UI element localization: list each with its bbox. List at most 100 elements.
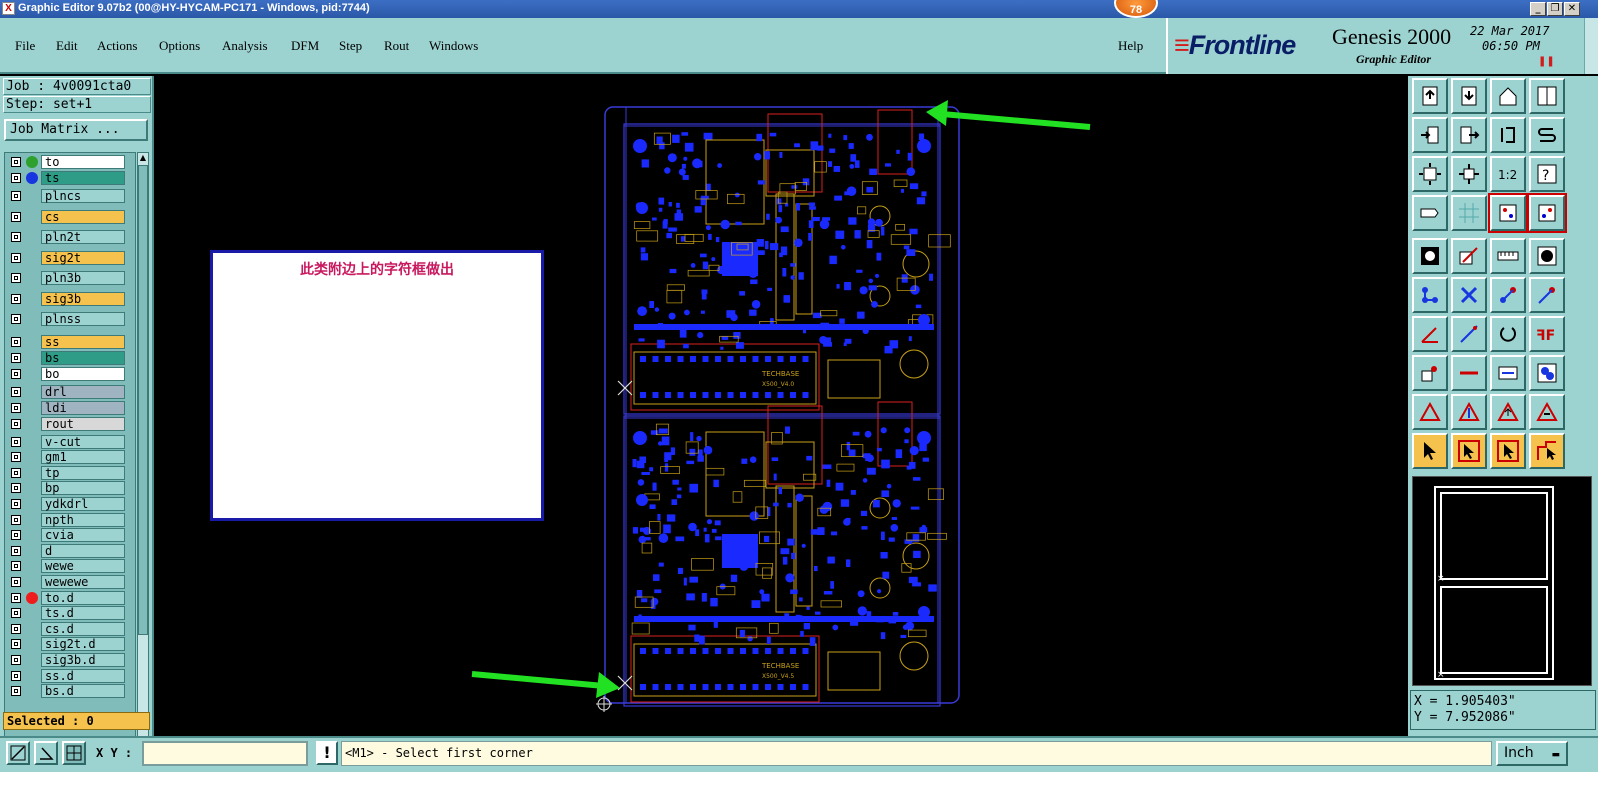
layer-checkbox[interactable] <box>11 368 21 379</box>
layer-name[interactable]: d <box>41 543 125 558</box>
tool-zoom-home-button[interactable] <box>1451 156 1487 192</box>
layer-row-cs[interactable]: cs <box>7 209 125 224</box>
menu-windows[interactable]: Windows <box>429 38 478 54</box>
layer-checkbox[interactable] <box>11 402 21 413</box>
layer-checkbox[interactable] <box>11 467 21 478</box>
layer-row-bo[interactable]: bo <box>7 366 125 381</box>
layer-row-sig3b.d[interactable]: sig3b.d <box>7 652 125 667</box>
tool-arrow-b-button[interactable] <box>1490 394 1526 430</box>
layer-name[interactable]: bo <box>41 366 125 381</box>
layer-name[interactable]: gm1 <box>41 450 125 465</box>
menu-options[interactable]: Options <box>159 38 200 54</box>
tool-arc-button[interactable] <box>1451 316 1487 352</box>
layer-checkbox[interactable] <box>11 561 21 572</box>
tool-home-button[interactable] <box>1490 78 1526 114</box>
layer-checkbox[interactable] <box>11 293 21 304</box>
layer-name[interactable]: to <box>41 155 125 169</box>
layer-name[interactable]: plncs <box>41 189 125 203</box>
brand-scrollbar[interactable] <box>1584 18 1598 74</box>
layer-name[interactable]: bp <box>41 481 125 496</box>
layer-row-pln3b[interactable]: pln3b <box>7 271 125 285</box>
layer-row-plnss[interactable]: plnss <box>7 312 125 326</box>
layer-list-scrollbar[interactable]: ▲ ▼ <box>137 152 149 782</box>
layer-row-ts[interactable]: ts <box>7 171 125 185</box>
layer-name[interactable]: plnss <box>41 312 125 326</box>
layer-checkbox[interactable] <box>11 639 21 650</box>
layer-row-tp[interactable]: tp <box>7 465 125 480</box>
layer-row-to.d[interactable]: to.d <box>7 590 125 605</box>
layer-name[interactable]: drl <box>41 384 125 399</box>
tool-snap-button[interactable] <box>1412 355 1448 391</box>
layer-row-npth[interactable]: npth <box>7 512 125 527</box>
grid-snap-button[interactable] <box>62 741 86 765</box>
layer-checkbox[interactable] <box>11 576 21 587</box>
layer-name[interactable]: pln2t <box>41 230 125 244</box>
layer-name[interactable]: ldi <box>41 400 125 415</box>
menu-help[interactable]: Help <box>1118 38 1143 54</box>
layer-checkbox[interactable] <box>11 654 21 665</box>
layer-checkbox[interactable] <box>11 386 21 397</box>
layer-row-to[interactable]: to <box>7 155 125 169</box>
tool-line-button[interactable] <box>1451 238 1487 274</box>
tool-group-button[interactable] <box>1529 355 1565 391</box>
layer-name[interactable]: npth <box>41 512 125 527</box>
xy-input[interactable] <box>142 741 308 766</box>
layer-checkbox[interactable] <box>11 623 21 634</box>
tool-fit-button[interactable] <box>1412 156 1448 192</box>
layer-row-bp[interactable]: bp <box>7 481 125 496</box>
tool-size-button[interactable] <box>1490 355 1526 391</box>
notification-badge[interactable]: 78 <box>1114 0 1158 18</box>
layer-checkbox[interactable] <box>11 592 21 603</box>
scroll-up-icon[interactable]: ▲ <box>138 153 148 163</box>
tool-open-button[interactable] <box>1412 78 1448 114</box>
layer-row-cvia[interactable]: cvia <box>7 528 125 543</box>
tool-split-view-button[interactable] <box>1529 78 1565 114</box>
tool-mirror-button[interactable]: ꟻF <box>1529 316 1565 352</box>
layer-row-drl[interactable]: drl <box>7 384 125 399</box>
layer-row-ss[interactable]: ss <box>7 334 125 349</box>
scroll-thumb[interactable] <box>138 165 148 635</box>
layer-row-plncs[interactable]: plncs <box>7 189 125 203</box>
tool-step-out-button[interactable] <box>1451 117 1487 153</box>
layer-name[interactable]: ss.d <box>41 668 125 683</box>
tool-reset-button[interactable] <box>1490 117 1526 153</box>
tool-select-rotate-button[interactable] <box>1490 433 1526 469</box>
overview-map[interactable]: × × <box>1412 476 1592 686</box>
layer-name[interactable]: sig3b <box>41 291 125 306</box>
tool-select-button[interactable] <box>1412 433 1448 469</box>
layer-row-pln2t[interactable]: pln2t <box>7 230 125 244</box>
layer-row-ldi[interactable]: ldi <box>7 400 125 415</box>
tool-connect-button[interactable] <box>1490 277 1526 313</box>
menu-file[interactable]: File <box>15 38 35 54</box>
layer-checkbox[interactable] <box>11 670 21 681</box>
layer-checkbox[interactable] <box>11 530 21 541</box>
layer-checkbox[interactable] <box>11 498 21 509</box>
layer-row-d[interactable]: d <box>7 543 125 558</box>
layer-row-ss.d[interactable]: ss.d <box>7 668 125 683</box>
layer-row-v-cut[interactable]: v-cut <box>7 434 125 449</box>
menu-dfm[interactable]: DFM <box>291 38 319 54</box>
layer-color-dot[interactable] <box>26 591 38 604</box>
layer-checkbox[interactable] <box>11 314 21 324</box>
tool-step-in-button[interactable] <box>1412 117 1448 153</box>
minimize-button[interactable]: _ <box>1530 2 1546 16</box>
layer-checkbox[interactable] <box>11 191 21 201</box>
layer-name[interactable]: to.d <box>41 590 125 605</box>
layer-checkbox[interactable] <box>11 545 21 556</box>
layer-name[interactable]: pln3b <box>41 271 125 285</box>
layer-name[interactable]: wewe <box>41 559 125 574</box>
tool-pad-button[interactable] <box>1412 238 1448 274</box>
close-button[interactable]: ✕ <box>1564 2 1580 16</box>
layer-row-ydkdrl[interactable]: ydkdrl <box>7 496 125 511</box>
layer-row-bs[interactable]: bs <box>7 350 125 365</box>
layer-color-dot[interactable] <box>26 172 38 184</box>
menu-rout[interactable]: Rout <box>384 38 409 54</box>
layer-name[interactable]: sig3b.d <box>41 652 125 667</box>
layer-checkbox[interactable] <box>11 173 21 183</box>
layer-checkbox[interactable] <box>11 608 21 619</box>
tool-arrow-a-button[interactable] <box>1451 394 1487 430</box>
layer-name[interactable]: ydkdrl <box>41 496 125 511</box>
graphic-canvas[interactable]: TECHBASE X500_V4.0 TECHBASE X500_V4.5 此类附边上… <box>156 76 1408 736</box>
layer-row-bs.d[interactable]: bs.d <box>7 684 125 699</box>
restore-button[interactable]: ❐ <box>1547 2 1563 16</box>
